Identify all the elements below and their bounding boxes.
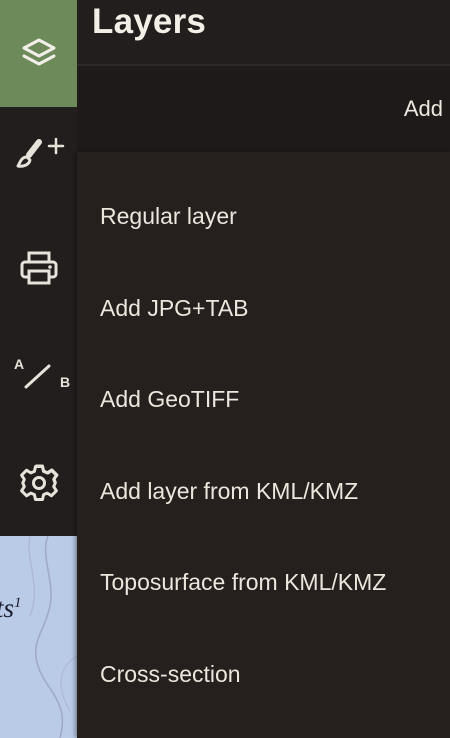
gear-icon bbox=[19, 464, 58, 501]
map-place-label: ts1 bbox=[0, 593, 22, 623]
menu-item-regular-layer[interactable]: Regular layer bbox=[77, 170, 450, 262]
tool-settings-button[interactable] bbox=[0, 437, 77, 529]
label-b: B bbox=[60, 374, 70, 390]
panel-subheader: Add bbox=[77, 64, 450, 154]
panel-header: Layers bbox=[77, 0, 450, 64]
label-a: A bbox=[14, 356, 24, 372]
menu-item-add-kml-layer[interactable]: Add layer from KML/KMZ bbox=[77, 445, 450, 537]
layers-icon bbox=[22, 38, 55, 65]
brush-plus-icon bbox=[16, 137, 64, 168]
menu-item-cross-section[interactable]: Cross-section bbox=[77, 628, 450, 720]
a-to-b-icon: A B bbox=[14, 356, 70, 390]
add-button[interactable]: Add bbox=[404, 96, 443, 122]
tool-layers-button[interactable] bbox=[0, 0, 77, 107]
map-contours bbox=[28, 536, 77, 738]
add-layer-menu: Regular layer Add JPG+TAB Add GeoTIFF Ad… bbox=[77, 152, 450, 738]
menu-item-toposurface-kml[interactable]: Toposurface from KML/KMZ bbox=[77, 536, 450, 628]
tool-draw-button[interactable] bbox=[0, 107, 77, 199]
menu-item-add-jpg-tab[interactable]: Add JPG+TAB bbox=[77, 262, 450, 354]
printer-icon bbox=[20, 251, 57, 285]
map-view[interactable]: ts1 bbox=[0, 536, 77, 738]
left-toolbar: A B bbox=[0, 0, 77, 536]
page-title: Layers bbox=[92, 2, 207, 41]
app-window: A B ts1 Layers bbox=[0, 0, 450, 738]
tool-measure-button[interactable]: A B bbox=[0, 329, 77, 421]
tool-print-button[interactable] bbox=[0, 222, 77, 314]
menu-item-add-geotiff[interactable]: Add GeoTIFF bbox=[77, 353, 450, 445]
